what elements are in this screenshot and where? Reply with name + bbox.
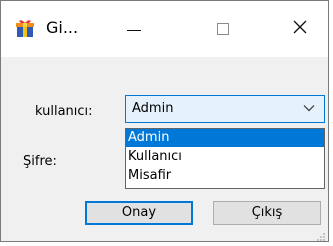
dropdown-option-admin[interactable]: Admin — [126, 129, 324, 147]
close-icon — [293, 20, 307, 38]
maximize-button[interactable] — [200, 1, 246, 57]
app-gift-icon — [14, 17, 36, 39]
window-title: Gi... — [46, 18, 79, 37]
login-window: Gi... kullanıcı: Admin Şifre: Onay Çıkış… — [0, 0, 329, 242]
dropdown-option-misafir[interactable]: Misafir — [126, 167, 324, 185]
minimize-button[interactable] — [111, 1, 157, 57]
password-label: Şifre: — [23, 154, 57, 169]
user-label: kullanıcı: — [35, 104, 93, 119]
minimize-icon — [127, 29, 141, 31]
ok-button[interactable]: Onay — [85, 201, 193, 225]
user-combobox[interactable]: Admin — [125, 95, 325, 123]
user-combobox-value: Admin — [132, 101, 174, 116]
title-bar[interactable]: Gi... — [1, 1, 328, 57]
exit-button[interactable]: Çıkış — [213, 201, 321, 225]
chevron-down-icon[interactable] — [303, 102, 315, 114]
close-button[interactable] — [277, 1, 323, 57]
dropdown-option-kullanici[interactable]: Kullanıcı — [126, 148, 324, 166]
resize-grip-icon[interactable] — [316, 231, 326, 241]
user-dropdown-list: Admin Kullanıcı Misafir — [125, 128, 325, 189]
maximize-icon — [217, 23, 229, 35]
client-area: kullanıcı: Admin Şifre: Onay Çıkış Admin… — [1, 57, 328, 241]
